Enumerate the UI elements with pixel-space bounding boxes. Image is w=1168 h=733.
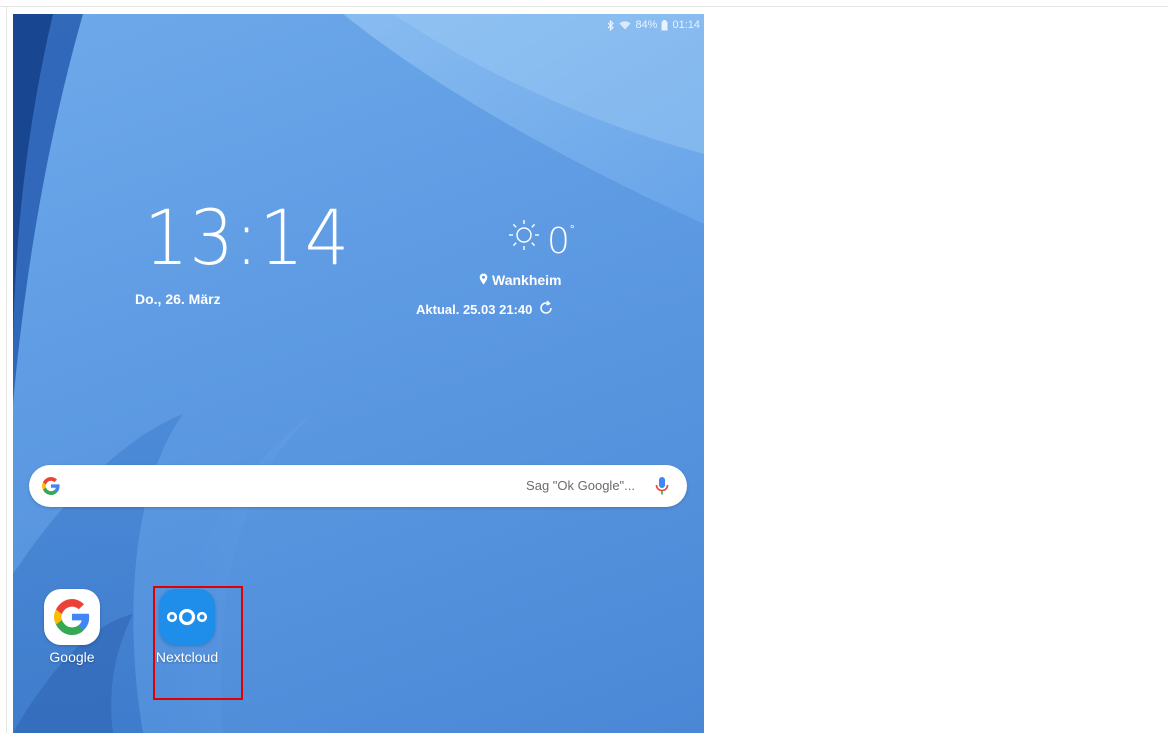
weather-widget[interactable]: 0 ° bbox=[507, 218, 575, 260]
battery-level: 84% bbox=[635, 19, 658, 31]
clock-time[interactable]: 13:14 bbox=[144, 200, 350, 276]
microphone-icon[interactable] bbox=[655, 476, 669, 501]
app-label-nextcloud: Nextcloud bbox=[155, 649, 219, 665]
weather-location-label: Wankheim bbox=[492, 272, 562, 288]
battery-icon bbox=[661, 19, 668, 31]
page-background: 84% 01:14 13:14 Do., 26. März 0 ° Wankhe… bbox=[0, 0, 1168, 733]
google-app-icon[interactable] bbox=[44, 589, 100, 645]
app-label-google: Google bbox=[49, 649, 95, 665]
wifi-icon bbox=[619, 20, 631, 30]
google-g-icon[interactable] bbox=[41, 476, 61, 501]
weather-updated-label: Aktual. 25.03 21:40 bbox=[416, 302, 533, 317]
weather-degree-symbol: ° bbox=[569, 222, 575, 236]
weather-updated[interactable]: Aktual. 25.03 21:40 bbox=[416, 300, 554, 319]
status-time: 01:14 bbox=[672, 19, 700, 31]
refresh-icon[interactable] bbox=[538, 300, 554, 319]
sun-icon bbox=[507, 218, 541, 257]
home-screen[interactable]: 84% 01:14 13:14 Do., 26. März 0 ° Wankhe… bbox=[13, 14, 704, 733]
weather-temperature: 0 bbox=[547, 221, 570, 262]
wallpaper bbox=[13, 14, 704, 733]
google-search-bar[interactable]: Sag "Ok Google"... bbox=[29, 465, 687, 507]
clock-date: Do., 26. März bbox=[135, 291, 221, 307]
nextcloud-app-icon[interactable] bbox=[159, 589, 215, 645]
app-google[interactable]: Google bbox=[32, 589, 112, 665]
top-border bbox=[0, 6, 1168, 7]
location-pin-icon bbox=[479, 272, 488, 288]
search-hint[interactable]: Sag "Ok Google"... bbox=[526, 478, 635, 493]
weather-location[interactable]: Wankheim bbox=[479, 272, 562, 288]
status-bar: 84% 01:14 bbox=[607, 16, 700, 34]
app-nextcloud[interactable]: Nextcloud bbox=[147, 589, 227, 665]
left-border bbox=[6, 6, 7, 733]
bluetooth-icon bbox=[607, 19, 615, 31]
